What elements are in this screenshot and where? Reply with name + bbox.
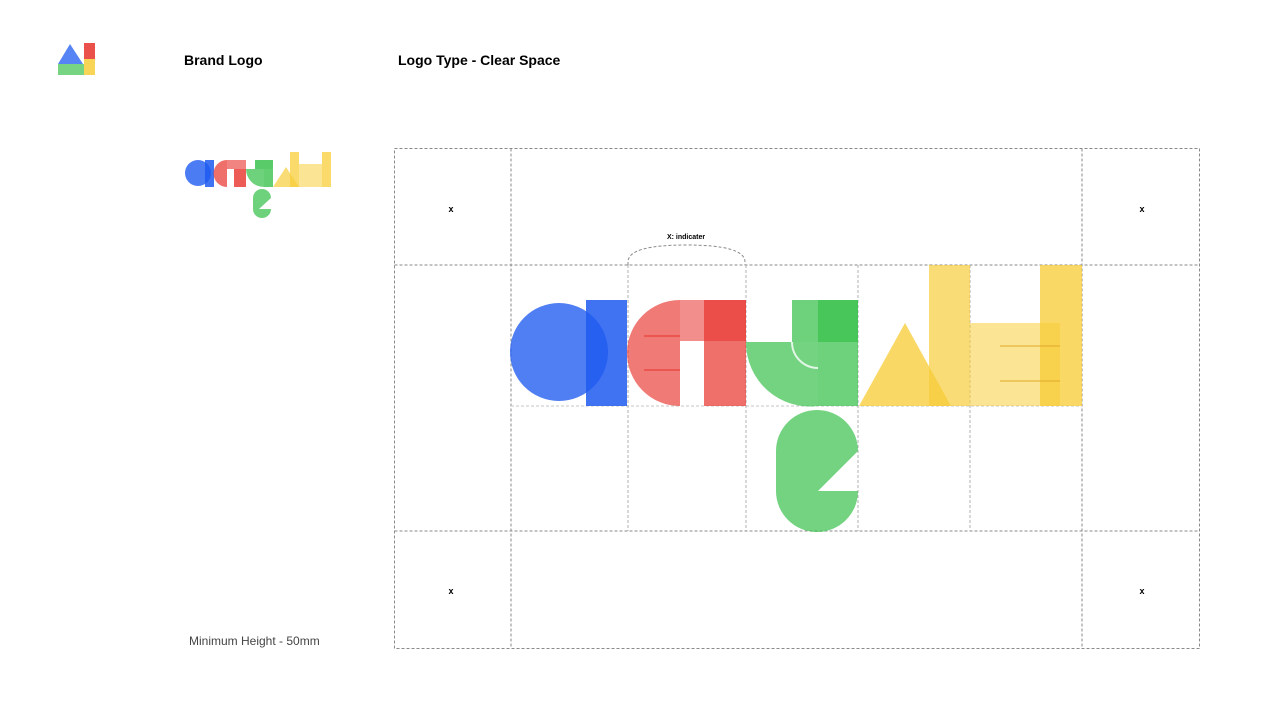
wordmark-yellow-bar-1 <box>290 152 299 187</box>
x-label-top-right: x <box>1139 204 1144 214</box>
wordmark-blue-bar <box>205 160 214 187</box>
wordmark-green-s-top <box>253 189 271 198</box>
indicator-arc <box>627 244 746 265</box>
wordmark-green-quarter <box>246 169 264 187</box>
indicator-label: X: indicater <box>667 234 705 241</box>
wordmark-green-s-bottom <box>253 209 271 218</box>
brand-mark-blue-triangle <box>58 44 83 64</box>
large-red-stem <box>704 300 746 406</box>
wordmark-yellow-bar-2 <box>322 152 331 187</box>
wordmark-red-stem <box>234 169 246 187</box>
brand-mark-icon <box>58 43 95 75</box>
large-yellow-bar-1 <box>929 265 970 406</box>
wordmark-yellow-group <box>273 152 331 187</box>
x-label-top-left: x <box>448 204 453 214</box>
minimum-height-caption: Minimum Height - 50mm <box>189 634 320 648</box>
large-red-letter <box>627 300 746 406</box>
wordmark-green-group <box>246 160 273 218</box>
wordmark-green-s-middle <box>253 198 271 209</box>
brand-mark-yellow-block <box>84 59 95 75</box>
large-green-s-bottom <box>776 491 858 532</box>
large-blue-letter <box>510 300 627 406</box>
brand-mark-green-block <box>58 64 84 75</box>
wordmark-red-top-bar <box>227 160 246 169</box>
large-green-s-top <box>776 410 858 451</box>
wordmark-green-top-block <box>255 160 273 169</box>
page-title: Logo Type - Clear Space <box>398 52 561 68</box>
x-label-bottom-right: x <box>1139 586 1144 596</box>
large-yellow-bar-2 <box>1040 265 1082 406</box>
wordmark-green-stem <box>264 169 273 187</box>
large-green-quarter <box>745 342 818 407</box>
brand-wordmark-logo <box>185 152 331 218</box>
wordmark-yellow-box <box>299 164 322 187</box>
wordmark-blue-group <box>185 160 214 187</box>
clear-space-diagram: x x x x X: indicater <box>394 148 1200 649</box>
brand-mark-red-block <box>84 43 95 59</box>
x-label-bottom-left: x <box>448 586 453 596</box>
large-green-stem <box>818 300 858 406</box>
large-red-half-circle <box>627 300 680 406</box>
wordmark-red-group <box>213 160 246 187</box>
wordmark-red-half-circle <box>213 160 227 187</box>
large-green-letter <box>745 300 858 532</box>
brand-logo-title: Brand Logo <box>184 52 263 68</box>
large-green-s-middle <box>776 451 858 491</box>
large-blue-bar <box>586 300 627 406</box>
